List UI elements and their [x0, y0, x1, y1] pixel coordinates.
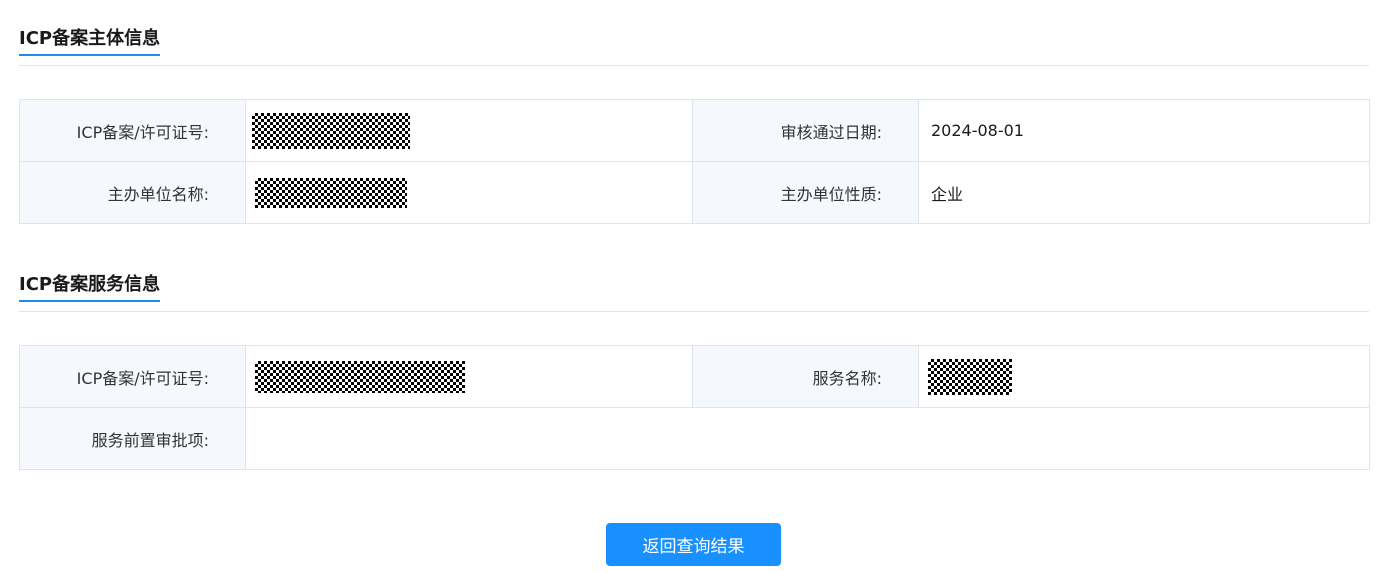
- approval-date-value: 2024-08-01: [918, 99, 1370, 162]
- return-to-results-button[interactable]: 返回查询结果: [606, 523, 781, 566]
- service-name-value: [918, 345, 1370, 408]
- redacted-sponsor-name: [255, 177, 407, 208]
- sponsor-name-label: 主办单位名称:: [19, 161, 246, 224]
- redacted-service-license: [255, 360, 465, 393]
- sponsor-type-label: 主办单位性质:: [692, 161, 919, 224]
- pre-approval-value: [245, 407, 1370, 470]
- icp-license-value: [245, 99, 693, 162]
- redacted-license-number: [252, 112, 410, 149]
- service-section-header: ICP备案服务信息: [19, 256, 1369, 312]
- pre-approval-label: 服务前置审批项:: [19, 407, 246, 470]
- icp-record-page: ICP备案主体信息 ICP备案/许可证号: 审核通过日期: 2024-08-01…: [0, 0, 1383, 573]
- service-license-label: ICP备案/许可证号:: [19, 345, 246, 408]
- service-name-label: 服务名称:: [692, 345, 919, 408]
- table-row: 主办单位名称: 主办单位性质: 企业: [19, 161, 1370, 224]
- service-info-table: ICP备案/许可证号: 服务名称: 服务前置审批项:: [19, 345, 1370, 470]
- service-section-title: ICP备案服务信息: [19, 272, 161, 302]
- icp-license-label: ICP备案/许可证号:: [19, 99, 246, 162]
- table-row: 服务前置审批项:: [19, 407, 1370, 470]
- subject-section-title: ICP备案主体信息: [19, 26, 161, 56]
- table-row: ICP备案/许可证号: 服务名称:: [19, 345, 1370, 408]
- sponsor-type-value: 企业: [918, 161, 1370, 224]
- sponsor-name-value: [245, 161, 693, 224]
- table-row: ICP备案/许可证号: 审核通过日期: 2024-08-01: [19, 99, 1370, 162]
- redacted-service-name: [928, 358, 1012, 395]
- subject-info-table: ICP备案/许可证号: 审核通过日期: 2024-08-01 主办单位名称: 主…: [19, 99, 1370, 224]
- service-license-value: [245, 345, 693, 408]
- subject-section-header: ICP备案主体信息: [19, 10, 1369, 66]
- approval-date-label: 审核通过日期:: [692, 99, 919, 162]
